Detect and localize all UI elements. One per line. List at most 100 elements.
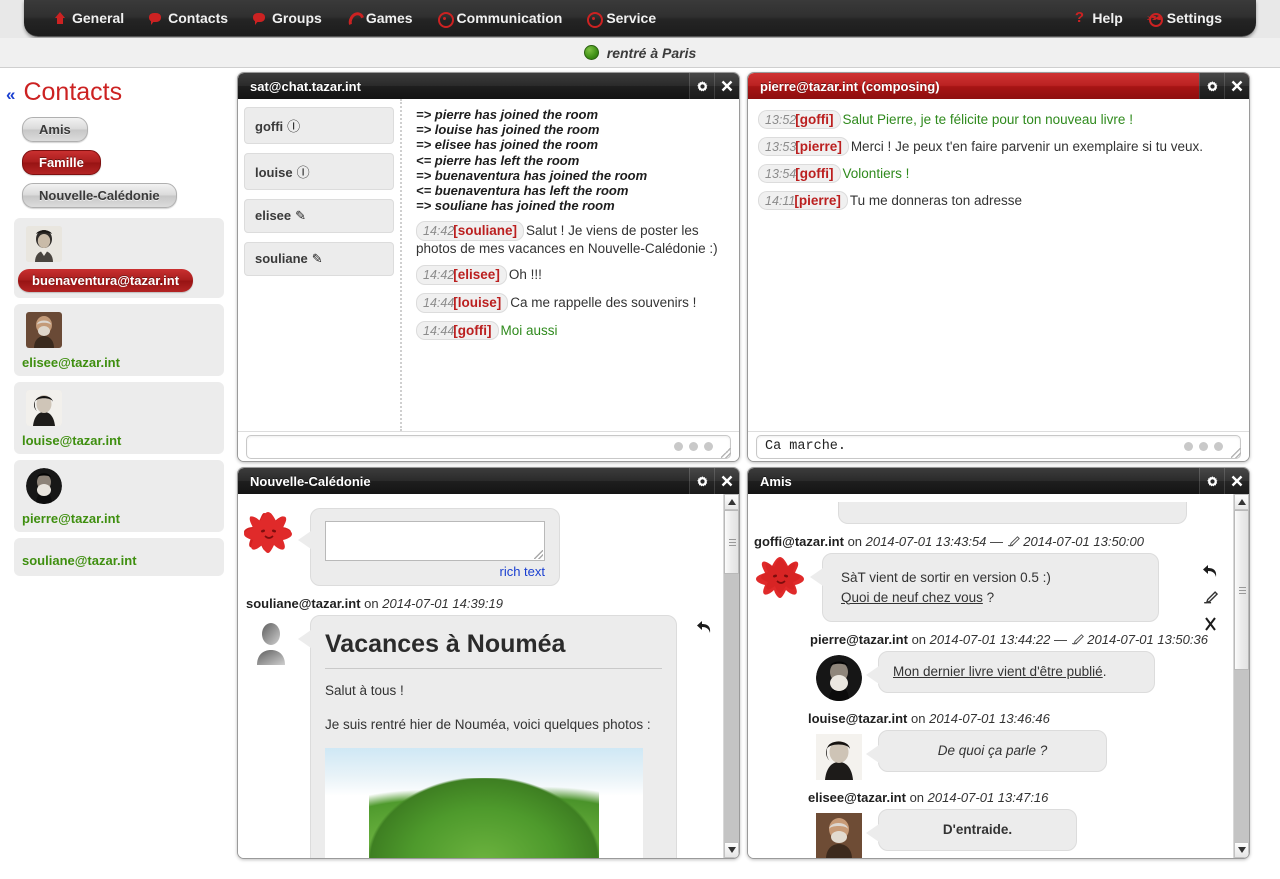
occupant-list: goffi Ⓘ louise Ⓘ elisee ✎ souliane ✎ bbox=[238, 99, 402, 431]
occupant-item-goffi[interactable]: goffi Ⓘ bbox=[244, 107, 394, 144]
message-text: Merci ! Je peux t'en faire parvenir un e… bbox=[850, 139, 1204, 154]
entry-link[interactable]: Mon dernier livre vient d'être publié bbox=[893, 664, 1103, 679]
message-text: Oh !!! bbox=[508, 266, 542, 282]
resize-handle[interactable] bbox=[721, 448, 731, 458]
entry-bubble: D'entraide. bbox=[864, 809, 1077, 851]
scroll-up-button[interactable] bbox=[724, 494, 739, 510]
panel-title: Amis bbox=[760, 473, 792, 489]
chat-message-input[interactable] bbox=[756, 434, 1241, 459]
microblog-feed: goffi@tazar.int on 2014-07-01 13:43:54 —… bbox=[748, 494, 1233, 858]
menu-item-groups[interactable]: Groups bbox=[240, 6, 334, 30]
panel-header-buttons bbox=[689, 468, 739, 494]
occupant-item-souliane[interactable]: souliane ✎ bbox=[244, 242, 394, 276]
microblog-entry: SàT vient de sortir en version 0.5 :) Qu… bbox=[750, 553, 1227, 631]
group-chip-famille[interactable]: Famille bbox=[22, 150, 101, 175]
menu-item-general[interactable]: General bbox=[40, 6, 136, 30]
panel-header-buttons bbox=[1199, 468, 1249, 494]
reply-icon[interactable] bbox=[696, 619, 713, 637]
menu-item-label: Help bbox=[1092, 10, 1123, 26]
occupant-item-elisee[interactable]: elisee ✎ bbox=[244, 199, 394, 233]
entry-line: Quoi de neuf chez vous ? bbox=[841, 589, 995, 605]
scroll-down-button[interactable] bbox=[724, 842, 739, 858]
vertical-scrollbar[interactable] bbox=[723, 494, 739, 858]
panel-header-buttons bbox=[1199, 73, 1249, 99]
scroll-track[interactable] bbox=[724, 510, 739, 842]
menu-item-settings[interactable]: Settings bbox=[1135, 6, 1234, 30]
close-icon[interactable] bbox=[1224, 468, 1249, 494]
panel-header[interactable]: pierre@tazar.int (composing) bbox=[748, 73, 1249, 99]
pencil-icon: ✎ bbox=[311, 251, 323, 266]
entry-link[interactable]: Quoi de neuf chez vous bbox=[841, 590, 983, 605]
edit-icon[interactable] bbox=[1203, 591, 1219, 607]
menu-item-label: General bbox=[72, 10, 125, 26]
presence-indicator-icon[interactable] bbox=[583, 45, 599, 60]
entry-bubble: De quoi ça parle ? bbox=[864, 730, 1107, 772]
clipped-bubble bbox=[838, 502, 1187, 524]
scroll-track[interactable] bbox=[1234, 510, 1249, 842]
message-text: Moi aussi bbox=[500, 322, 558, 338]
contact-item-souliane[interactable]: souliane@tazar.int bbox=[14, 538, 224, 576]
entry-actions bbox=[696, 619, 713, 637]
bubble-icon bbox=[148, 11, 162, 25]
scroll-thumb[interactable] bbox=[724, 510, 739, 574]
gear-icon[interactable] bbox=[689, 73, 714, 99]
system-message: => souliane has joined the room bbox=[416, 198, 615, 214]
message-nick: [elisee] bbox=[453, 266, 500, 282]
menu-item-games[interactable]: Games bbox=[334, 6, 425, 30]
muc-room-panel: sat@chat.tazar.int goffi Ⓘ louise Ⓘ elisee… bbox=[237, 72, 740, 462]
contact-item-pierre[interactable]: pierre@tazar.int bbox=[14, 460, 224, 532]
reply-icon[interactable] bbox=[1202, 563, 1219, 581]
gear-icon[interactable] bbox=[689, 468, 714, 494]
rich-text-link[interactable]: rich text bbox=[325, 564, 545, 579]
vertical-scrollbar[interactable] bbox=[1233, 494, 1249, 858]
gear-icon[interactable] bbox=[1199, 73, 1224, 99]
delete-icon[interactable] bbox=[1204, 617, 1217, 634]
occupant-nick: goffi bbox=[255, 119, 284, 134]
group-chip-nouvelle-caledonie[interactable]: Nouvelle-Calédonie bbox=[22, 183, 177, 208]
message-nick: [goffi] bbox=[453, 322, 492, 338]
bubble-icon bbox=[252, 11, 266, 25]
muc-message-input[interactable] bbox=[246, 434, 731, 459]
close-icon[interactable] bbox=[714, 468, 739, 494]
menu-item-label: Contacts bbox=[168, 10, 229, 26]
entry-meta: souliane@tazar.int on 2014-07-01 14:39:1… bbox=[246, 596, 717, 611]
entry-line: De quoi ça parle ? bbox=[937, 743, 1048, 759]
composer-input[interactable] bbox=[325, 521, 545, 561]
scroll-down-button[interactable] bbox=[1234, 842, 1249, 858]
panel-header[interactable]: Amis bbox=[748, 468, 1249, 494]
message-text: Ca me rappelle des souvenirs ! bbox=[510, 294, 697, 310]
panel-header[interactable]: Nouvelle-Calédonie bbox=[238, 468, 739, 494]
status-message[interactable]: rentré à Paris bbox=[607, 45, 697, 61]
contact-item-elisee[interactable]: elisee@tazar.int bbox=[14, 304, 224, 376]
avatar bbox=[248, 619, 294, 665]
chat-message-list: 13:52[goffi] Salut Pierre, je te félicite… bbox=[748, 99, 1249, 431]
scroll-up-button[interactable] bbox=[1234, 494, 1249, 510]
menu-item-help[interactable]: ? Help bbox=[1060, 6, 1134, 30]
avatar bbox=[816, 734, 862, 781]
menu-item-label: Groups bbox=[272, 10, 322, 26]
group-chip-amis[interactable]: Amis bbox=[22, 117, 88, 142]
message-text: Tu me donneras ton adresse bbox=[849, 193, 1022, 208]
menu-item-communication[interactable]: Communication bbox=[425, 6, 575, 30]
panel-body: goffi@tazar.int on 2014-07-01 13:43:54 —… bbox=[748, 494, 1249, 858]
close-icon[interactable] bbox=[1224, 73, 1249, 99]
entry-meta: pierre@tazar.int on 2014-07-01 13:44:22 … bbox=[810, 632, 1227, 647]
collapse-sidebar-icon[interactable]: « bbox=[6, 85, 15, 105]
top-menu-bar: General Contacts Groups Games Communicat… bbox=[24, 0, 1256, 37]
close-icon[interactable] bbox=[714, 73, 739, 99]
panel-header-buttons bbox=[689, 73, 739, 99]
menu-item-contacts[interactable]: Contacts bbox=[136, 6, 240, 30]
scroll-thumb[interactable] bbox=[1234, 510, 1249, 670]
hook-icon bbox=[346, 11, 360, 25]
message-nick: [pierre] bbox=[795, 139, 842, 154]
entry-on-label: on bbox=[911, 632, 927, 648]
contact-item-buenaventura[interactable]: buenaventura@tazar.int bbox=[14, 218, 224, 298]
gear-icon[interactable] bbox=[1199, 468, 1224, 494]
menu-item-service[interactable]: Service bbox=[574, 6, 668, 30]
occupant-item-louise[interactable]: louise Ⓘ bbox=[244, 153, 394, 190]
resize-handle[interactable] bbox=[534, 550, 543, 559]
resize-handle[interactable] bbox=[1231, 448, 1241, 458]
panel-header[interactable]: sat@chat.tazar.int bbox=[238, 73, 739, 99]
contact-item-louise[interactable]: louise@tazar.int bbox=[14, 382, 224, 454]
presence-status-bar[interactable]: rentré à Paris bbox=[0, 38, 1280, 68]
